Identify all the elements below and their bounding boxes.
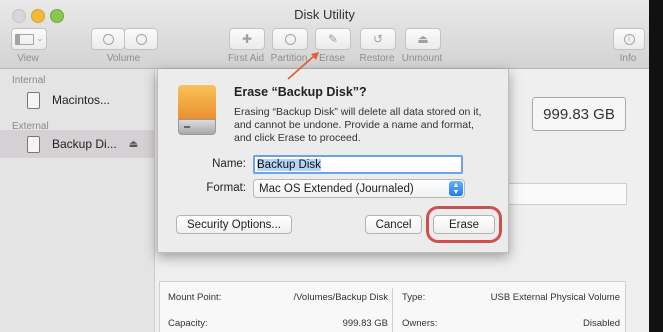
restore-icon: ↺ bbox=[372, 32, 384, 46]
sidebar-item-label: Backup Di... bbox=[52, 137, 117, 151]
erase-icon: ✎ bbox=[327, 32, 339, 46]
sidebar-view-icon bbox=[14, 33, 34, 45]
erase-dialog: Erase “Backup Disk”? Erasing “Backup Dis… bbox=[157, 69, 509, 253]
type-label: Type: bbox=[402, 292, 426, 303]
info-table: Mount Point: /Volumes/Backup Disk Capaci… bbox=[159, 281, 626, 332]
sidebar: Internal Macintos... External Backup Di.… bbox=[0, 69, 155, 332]
unmount-label: Unmount bbox=[401, 53, 443, 64]
partition-button[interactable] bbox=[272, 28, 308, 50]
capacity-display: 999.83 GB bbox=[532, 97, 626, 131]
owners-value: Disabled bbox=[583, 318, 620, 329]
restore-button[interactable]: ↺ bbox=[360, 28, 396, 50]
usage-bar bbox=[507, 183, 627, 205]
first-aid-label: First Aid bbox=[227, 53, 265, 64]
unmount-button[interactable]: ⏏ bbox=[405, 28, 441, 50]
unmount-icon: ⏏ bbox=[417, 32, 429, 46]
disk-utility-window: Disk Utility ⌄ View Volume ✚ First Aid P… bbox=[0, 0, 649, 332]
volume-remove-icon bbox=[135, 33, 147, 45]
volume-add-icon bbox=[102, 33, 114, 45]
info-icon: i bbox=[623, 33, 635, 45]
owners-label: Owners: bbox=[402, 318, 438, 329]
partition-label: Partition bbox=[270, 53, 308, 64]
mount-point-value: /Volumes/Backup Disk bbox=[293, 292, 388, 303]
dialog-description: Erasing “Backup Disk” will delete all da… bbox=[234, 106, 482, 144]
eject-icon[interactable]: ⏏ bbox=[129, 139, 138, 150]
erase-toolbar-button[interactable]: ✎ bbox=[315, 28, 351, 50]
window-title: Disk Utility bbox=[294, 7, 355, 22]
sidebar-header-internal: Internal bbox=[12, 75, 46, 86]
type-value: USB External Physical Volume bbox=[490, 292, 620, 303]
format-label: Format: bbox=[206, 182, 246, 194]
partition-icon bbox=[284, 33, 296, 45]
capacity-label: Capacity: bbox=[168, 318, 208, 329]
sidebar-item-label: Macintos... bbox=[52, 93, 111, 107]
security-options-button[interactable]: Security Options... bbox=[176, 215, 292, 234]
cancel-button[interactable]: Cancel bbox=[365, 215, 422, 234]
restore-label: Restore bbox=[359, 53, 395, 64]
name-field[interactable] bbox=[253, 155, 463, 174]
dialog-title: Erase “Backup Disk”? bbox=[234, 85, 367, 99]
capacity-value: 999.83 GB bbox=[342, 318, 388, 329]
chevron-down-icon: ⌄ bbox=[36, 34, 44, 43]
format-select-value: Mac OS Extended (Journaled) bbox=[259, 182, 414, 195]
format-select[interactable]: Mac OS Extended (Journaled) ▲ ▼ bbox=[253, 179, 465, 198]
volume-label: Volume bbox=[106, 53, 141, 64]
erase-highlight-annotation bbox=[426, 206, 502, 243]
remove-volume-button[interactable] bbox=[124, 28, 158, 50]
divider bbox=[392, 288, 393, 332]
disk-icon bbox=[27, 135, 40, 153]
hard-drive-icon bbox=[178, 85, 216, 137]
info-label: Info bbox=[619, 53, 637, 64]
view-button[interactable]: ⌄ bbox=[11, 28, 47, 50]
disk-icon bbox=[27, 91, 40, 109]
erase-label: Erase bbox=[318, 53, 346, 64]
first-aid-icon: ✚ bbox=[241, 32, 253, 46]
chevron-updown-icon: ▲ ▼ bbox=[449, 181, 463, 196]
first-aid-button[interactable]: ✚ bbox=[229, 28, 265, 50]
sidebar-item-macintosh[interactable]: Macintos... bbox=[0, 86, 154, 114]
mount-point-label: Mount Point: bbox=[168, 292, 222, 303]
sidebar-item-backup-disk[interactable]: Backup Di... ⏏ bbox=[0, 130, 154, 158]
add-volume-button[interactable] bbox=[91, 28, 125, 50]
view-label: View bbox=[17, 53, 39, 64]
title-bar: Disk Utility ⌄ View Volume ✚ First Aid P… bbox=[0, 0, 649, 69]
info-button[interactable]: i bbox=[613, 28, 645, 50]
name-label: Name: bbox=[212, 158, 246, 170]
